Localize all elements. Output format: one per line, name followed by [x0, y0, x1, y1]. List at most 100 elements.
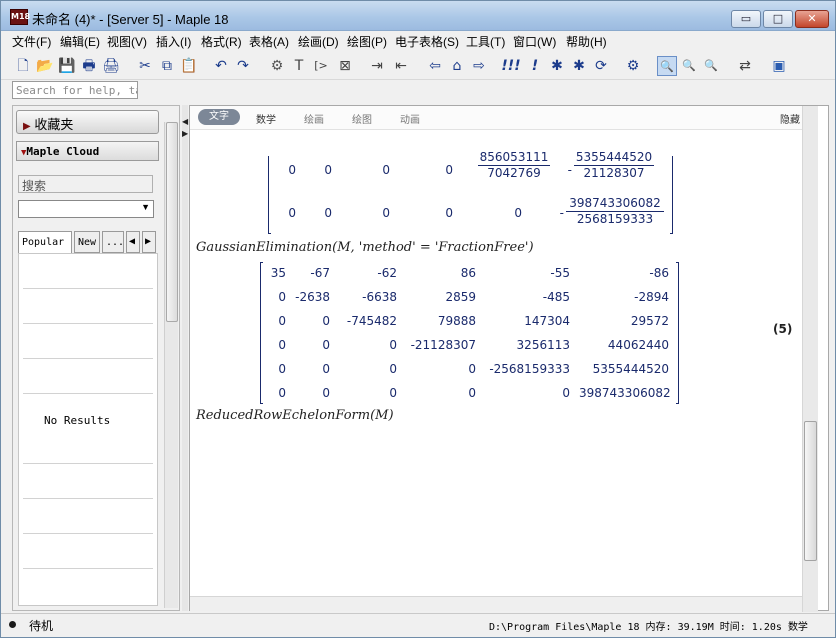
- zoom-200-icon[interactable]: 🔍: [701, 56, 721, 76]
- back-icon[interactable]: ⇦: [425, 56, 445, 76]
- cloud-search-field[interactable]: 搜索: [18, 175, 153, 193]
- menu-help[interactable]: 帮助(H): [566, 33, 607, 50]
- matrix-cell: 44062440: [607, 338, 669, 352]
- debug-icon[interactable]: ✱: [547, 56, 567, 76]
- menu-insert[interactable]: 插入(I): [156, 33, 191, 50]
- menu-format[interactable]: 格式(R): [201, 33, 242, 50]
- zoom-100-icon[interactable]: 🔍: [657, 56, 677, 76]
- restart-icon[interactable]: ⟳: [591, 56, 611, 76]
- ctx-tab-text[interactable]: 文字: [198, 109, 240, 125]
- minus-sign: -: [559, 206, 564, 220]
- menu-view[interactable]: 视图(V): [107, 33, 147, 50]
- panel-splitter[interactable]: ◀ ▶: [182, 105, 188, 611]
- print-icon[interactable]: 🖶: [79, 56, 99, 76]
- ctx-tab-math[interactable]: 数学: [256, 111, 276, 126]
- matrix-cell: 0: [445, 163, 453, 177]
- document-horizontal-scrollbar[interactable]: [190, 596, 802, 611]
- ctx-tab-drawing[interactable]: 绘画: [304, 111, 324, 126]
- menu-tools[interactable]: 工具(T): [466, 33, 505, 50]
- tab-new[interactable]: New: [74, 231, 100, 253]
- menu-bar: 文件(F) 编辑(E) 视图(V) 插入(I) 格式(R) 表格(A) 绘画(D…: [1, 31, 835, 51]
- menu-table[interactable]: 表格(A): [249, 33, 289, 50]
- print-preview-icon[interactable]: 🖨: [101, 56, 121, 76]
- matrix-cell: -2894: [634, 290, 669, 304]
- matrix-cell: 0: [324, 206, 332, 220]
- menu-spreadsheet[interactable]: 电子表格(S): [395, 33, 459, 50]
- minimize-button[interactable]: ▭: [731, 10, 761, 28]
- open-icon[interactable]: 📂: [35, 56, 55, 76]
- zoom-150-icon[interactable]: 🔍: [679, 56, 699, 76]
- splitter-right-arrow-icon: ▶: [182, 129, 189, 138]
- document-vertical-scrollbar[interactable]: [802, 106, 818, 612]
- maple-app-icon: M18: [10, 9, 30, 25]
- cloud-results-list: No Results: [18, 253, 158, 606]
- scrollbar-thumb[interactable]: [804, 421, 817, 561]
- input-command-gaussian[interactable]: GaussianElimination(M, 'method' = 'Fract…: [196, 240, 534, 255]
- execute-icon[interactable]: !: [525, 56, 545, 76]
- cloud-label: Maple Cloud: [26, 145, 100, 158]
- matrix-cell: 3256113: [516, 338, 570, 352]
- text-icon[interactable]: T: [289, 56, 309, 76]
- matrix-cell: 0: [324, 163, 332, 177]
- settings-icon[interactable]: ⚙: [623, 56, 643, 76]
- help-search-input[interactable]: Search for help, tas: [12, 81, 138, 99]
- status-time: 时间: 1.20s: [719, 622, 782, 633]
- insert-code-icon[interactable]: ⚙: [267, 56, 287, 76]
- left-panel-scrollbar[interactable]: [164, 122, 178, 608]
- menu-file[interactable]: 文件(F): [12, 33, 51, 50]
- matrix-cell: 0: [514, 206, 522, 220]
- matrix-cell: -485: [542, 290, 570, 304]
- matrix-cell: 0: [389, 362, 397, 376]
- tab-popular[interactable]: Popular: [18, 231, 72, 253]
- indent-icon[interactable]: ⇥: [367, 56, 387, 76]
- redo-icon[interactable]: ↷: [233, 56, 253, 76]
- matrix-cell: 0: [445, 206, 453, 220]
- input-command-rref[interactable]: ReducedRowEchelonForm(M): [196, 408, 394, 423]
- chevron-down-icon: ▼: [141, 202, 150, 212]
- cut-icon[interactable]: ✂: [135, 56, 155, 76]
- matrix-cell: 0: [468, 362, 476, 376]
- prompt-icon[interactable]: [>: [311, 56, 331, 76]
- home-icon[interactable]: ⌂: [447, 56, 467, 76]
- hide-context-button[interactable]: 隐藏: [780, 111, 800, 126]
- matrix-cell: 0: [562, 386, 570, 400]
- cloud-group-dropdown[interactable]: ▼: [18, 200, 154, 218]
- tab-scroll-left[interactable]: ◀: [126, 231, 140, 253]
- tab-scroll-right[interactable]: ▶: [142, 231, 156, 253]
- save-icon[interactable]: 💾: [57, 56, 77, 76]
- ctx-tab-animation[interactable]: 动画: [400, 111, 420, 126]
- tab-more[interactable]: ...: [102, 231, 124, 253]
- forward-icon[interactable]: ⇨: [469, 56, 489, 76]
- execute-all-icon[interactable]: !!!: [501, 56, 521, 76]
- window-title: 未命名 (4)* - [Server 5] - Maple 18: [32, 12, 229, 27]
- paste-icon[interactable]: 📋: [179, 56, 199, 76]
- toggle-icon[interactable]: ⇄: [735, 56, 755, 76]
- maple-cloud-header[interactable]: ▼Maple Cloud: [16, 141, 159, 161]
- menu-edit[interactable]: 编辑(E): [60, 33, 100, 50]
- ctx-tab-plot[interactable]: 绘图: [352, 111, 372, 126]
- title-bar: M18 未命名 (4)* - [Server 5] - Maple 18 ▭ □…: [1, 1, 835, 31]
- matrix-right-bracket: [670, 156, 673, 234]
- menu-draw[interactable]: 绘画(D): [298, 33, 339, 50]
- fraction-cell: 856053111 7042769: [478, 150, 550, 180]
- worksheet-document[interactable]: 文字 数学 绘画 绘图 动画 隐藏 0 0 0 0 856053111 70427…: [189, 105, 829, 612]
- favorites-header[interactable]: ▶ 收藏夹: [16, 110, 159, 134]
- new-icon[interactable]: 🗋: [13, 56, 33, 76]
- copy-icon[interactable]: ⧉: [157, 56, 177, 76]
- matrix-cell: -745482: [346, 314, 397, 328]
- close-button[interactable]: ✕: [795, 10, 829, 28]
- menu-plot[interactable]: 绘图(P): [347, 33, 387, 50]
- scrollbar-thumb[interactable]: [166, 122, 178, 322]
- outdent-icon[interactable]: ⇤: [391, 56, 411, 76]
- matrix-cell: -6638: [362, 290, 397, 304]
- stop-icon[interactable]: ✱: [569, 56, 589, 76]
- menu-window[interactable]: 窗口(W): [513, 33, 556, 50]
- left-palette-panel: ▶ 收藏夹 ▼Maple Cloud 搜索 ▼ Popular New ... …: [12, 105, 180, 611]
- matrix-cell: 398743306082: [579, 386, 671, 400]
- matrix-cell: 5355444520: [592, 362, 669, 376]
- undo-icon[interactable]: ↶: [211, 56, 231, 76]
- status-mode[interactable]: 数学: [788, 622, 808, 633]
- section-icon[interactable]: ⊠: [335, 56, 355, 76]
- maximize-button[interactable]: □: [763, 10, 793, 28]
- palette-icon[interactable]: ▣: [769, 56, 789, 76]
